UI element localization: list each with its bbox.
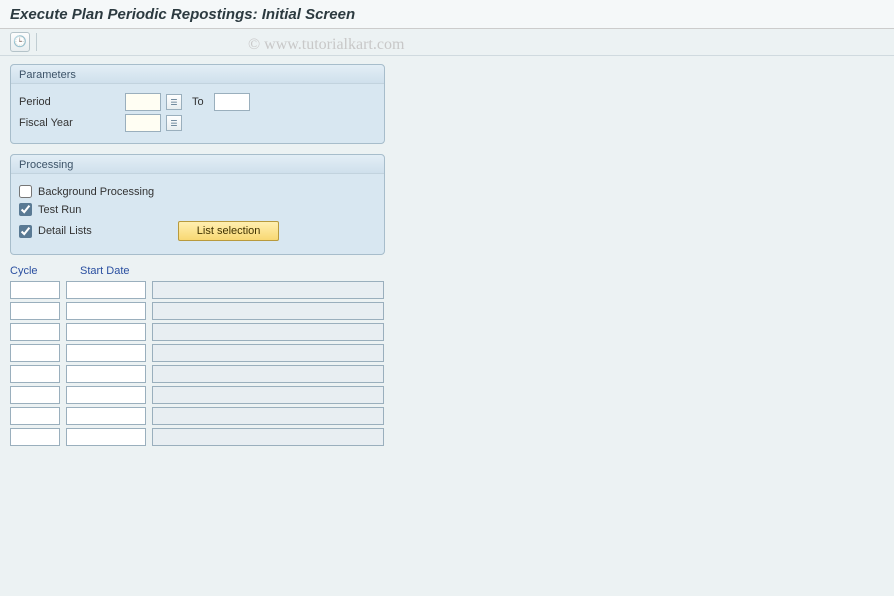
table-row — [10, 281, 884, 299]
cycle-input[interactable] — [10, 428, 60, 446]
table-row — [10, 344, 884, 362]
start-date-input[interactable] — [66, 281, 146, 299]
testrun-checkbox[interactable] — [19, 203, 32, 216]
table-row — [10, 407, 884, 425]
description-input[interactable] — [152, 386, 384, 404]
fiscal-year-input[interactable] — [125, 114, 161, 132]
processing-legend: Processing — [11, 155, 384, 174]
description-input[interactable] — [152, 365, 384, 383]
cycle-input[interactable] — [10, 344, 60, 362]
parameters-group: Parameters Period ☰ To Fiscal Year ☰ — [10, 64, 385, 144]
table-row — [10, 428, 884, 446]
period-from-input[interactable] — [125, 93, 161, 111]
cycle-header: Cycle — [10, 265, 60, 277]
table-row — [10, 386, 884, 404]
background-label[interactable]: Background Processing — [38, 186, 154, 198]
description-input[interactable] — [152, 344, 384, 362]
app-toolbar: 🕒 — [0, 29, 894, 56]
processing-group: Processing Background Processing Test Ru… — [10, 154, 385, 255]
description-input[interactable] — [152, 302, 384, 320]
description-input[interactable] — [152, 428, 384, 446]
cycle-input[interactable] — [10, 302, 60, 320]
background-checkbox[interactable] — [19, 185, 32, 198]
start-date-input[interactable] — [66, 428, 146, 446]
period-to-input[interactable] — [214, 93, 250, 111]
table-row — [10, 365, 884, 383]
start-date-input[interactable] — [66, 407, 146, 425]
description-input[interactable] — [152, 407, 384, 425]
start-date-input[interactable] — [66, 386, 146, 404]
cycle-input[interactable] — [10, 281, 60, 299]
start-date-input[interactable] — [66, 365, 146, 383]
description-input[interactable] — [152, 281, 384, 299]
start-date-input[interactable] — [66, 302, 146, 320]
table-row — [10, 302, 884, 320]
page-title: Execute Plan Periodic Repostings: Initia… — [10, 6, 884, 23]
detail-checkbox[interactable] — [19, 225, 32, 238]
cycle-input[interactable] — [10, 365, 60, 383]
execute-button[interactable]: 🕒 — [10, 32, 30, 52]
cycle-rows — [10, 281, 884, 446]
fiscal-year-f4-icon[interactable]: ☰ — [166, 115, 182, 131]
table-row — [10, 323, 884, 341]
cycle-input[interactable] — [10, 407, 60, 425]
testrun-label[interactable]: Test Run — [38, 204, 81, 216]
description-input[interactable] — [152, 323, 384, 341]
start-date-input[interactable] — [66, 323, 146, 341]
cycle-input[interactable] — [10, 323, 60, 341]
parameters-legend: Parameters — [11, 65, 384, 84]
toolbar-separator — [36, 33, 37, 51]
cycle-input[interactable] — [10, 386, 60, 404]
detail-label[interactable]: Detail Lists — [38, 225, 92, 237]
title-bar: Execute Plan Periodic Repostings: Initia… — [0, 0, 894, 29]
start-date-input[interactable] — [66, 344, 146, 362]
list-selection-button[interactable]: List selection — [178, 221, 280, 241]
main-content: Parameters Period ☰ To Fiscal Year ☰ Pro… — [0, 56, 894, 457]
clock-execute-icon: 🕒 — [13, 37, 27, 48]
column-headers: Cycle Start Date — [10, 265, 884, 277]
fiscal-year-label: Fiscal Year — [19, 117, 119, 129]
period-f4-icon[interactable]: ☰ — [166, 94, 182, 110]
period-to-label: To — [192, 96, 204, 108]
start-date-header: Start Date — [80, 265, 160, 277]
period-label: Period — [19, 96, 119, 108]
